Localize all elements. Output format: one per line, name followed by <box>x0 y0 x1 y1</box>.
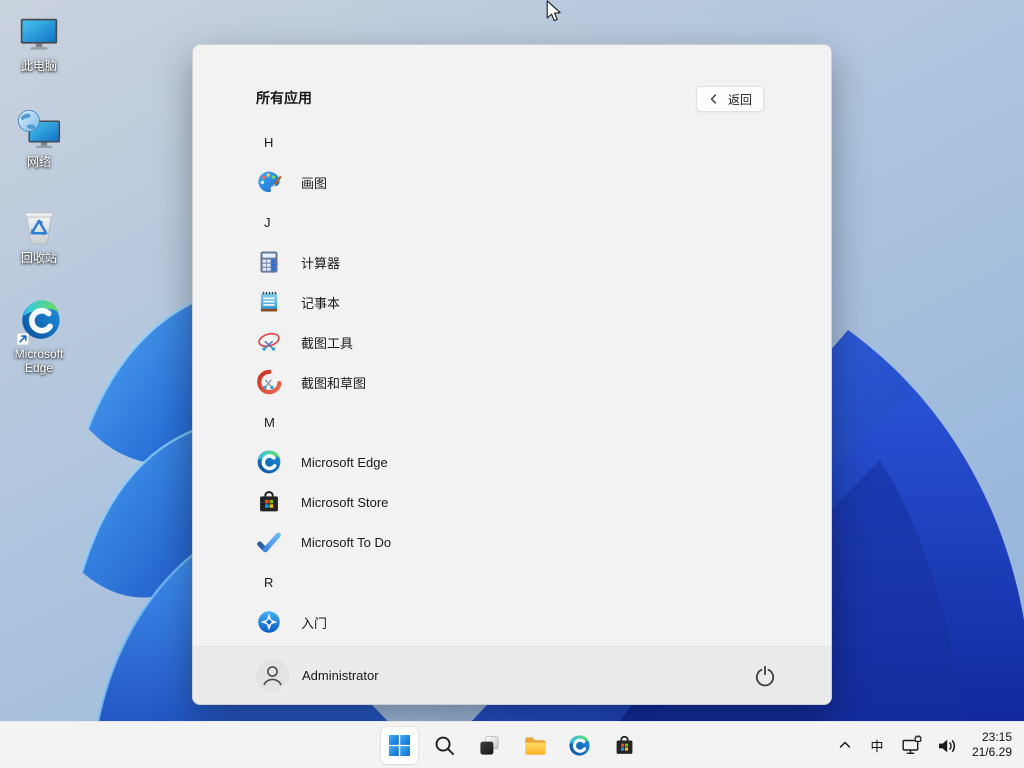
desktop-icon-label: 此电脑 <box>20 59 57 73</box>
windows-logo-icon <box>388 734 411 756</box>
this-pc-icon <box>20 18 58 50</box>
start-menu-footer: Administrator <box>193 646 831 704</box>
store-icon <box>616 735 633 754</box>
app-item-notepad[interactable]: 记事本 <box>193 282 831 322</box>
tray-volume-button[interactable] <box>931 728 962 762</box>
app-item-label: 入门 <box>301 615 328 631</box>
chevron-left-icon <box>710 94 717 104</box>
clock-date: 21/6.29 <box>971 745 1012 759</box>
tray-network-button[interactable] <box>896 728 928 762</box>
file-explorer-icon <box>525 736 546 755</box>
app-item-label: 计算器 <box>301 255 341 271</box>
section-letter-m[interactable]: M <box>193 402 831 442</box>
task-view-icon <box>480 735 499 755</box>
store-icon <box>260 491 278 512</box>
taskbar: 中 23:15 21/6.29 <box>0 721 1024 768</box>
app-item-label: Microsoft Store <box>301 494 389 510</box>
section-label: R <box>264 574 274 590</box>
desktop-icon-label: 网络 <box>26 155 51 169</box>
recycle-bin-icon <box>24 212 54 245</box>
edge-shortcut-icon <box>16 300 60 346</box>
start-menu-all-apps-panel: 所有应用 返回 H 画图 J 计算器 记事本 截图工具 截图和草图 M Micr… <box>192 44 832 705</box>
volume-icon <box>938 739 955 752</box>
search-icon <box>435 736 455 755</box>
user-icon <box>263 666 282 686</box>
section-label: J <box>264 214 271 230</box>
app-item-microsoft-edge[interactable]: Microsoft Edge <box>193 442 831 482</box>
taskbar-task-view-button[interactable] <box>471 727 508 764</box>
power-icon <box>755 665 775 686</box>
calculator-icon <box>260 251 278 273</box>
app-item-get-started[interactable]: 入门 <box>193 602 831 642</box>
app-item-microsoft-store[interactable]: Microsoft Store <box>193 482 831 522</box>
power-button[interactable] <box>745 657 785 694</box>
section-letter-r[interactable]: R <box>193 562 831 602</box>
app-item-snipping-tool[interactable]: 截图工具 <box>193 322 831 362</box>
desktop-icon-recycle-bin[interactable]: 回收站 <box>2 204 76 300</box>
tray-clock[interactable]: 23:15 21/6.29 <box>965 730 1012 760</box>
app-item-label: 截图工具 <box>301 335 354 351</box>
app-item-label: Microsoft To Do <box>301 534 392 550</box>
app-item-paint[interactable]: 画图 <box>193 162 831 202</box>
section-letter-j[interactable]: J <box>193 202 831 242</box>
snip-sketch-icon <box>257 369 282 395</box>
clock-time: 23:15 <box>981 730 1012 744</box>
section-label: H <box>264 134 274 150</box>
taskbar-file-explorer-button[interactable] <box>516 727 553 764</box>
paint-icon <box>258 171 282 193</box>
avatar <box>256 659 289 692</box>
back-button[interactable]: 返回 <box>695 86 764 112</box>
section-label: M <box>264 414 275 430</box>
tray-chevron-button[interactable] <box>832 728 858 762</box>
taskbar-edge-button[interactable] <box>561 727 598 764</box>
tray-ime-button[interactable]: 中 <box>861 728 893 762</box>
edge-icon <box>257 450 281 474</box>
desktop-icon-this-pc[interactable]: 此电脑 <box>2 12 76 108</box>
desktop-icon-label: 回收站 <box>20 251 57 265</box>
app-item-label: 画图 <box>301 175 328 191</box>
desktop-icon-microsoft-edge[interactable]: Microsoft Edge <box>2 300 76 396</box>
taskbar-start-button[interactable] <box>381 726 418 764</box>
todo-icon <box>257 532 281 553</box>
app-item-label: 截图和草图 <box>301 375 367 391</box>
all-apps-title: 所有应用 <box>256 90 312 106</box>
all-apps-list: H 画图 J 计算器 记事本 截图工具 截图和草图 M Microsoft Ed… <box>193 122 831 642</box>
chevron-up-icon <box>839 741 851 748</box>
app-item-snip-and-sketch[interactable]: 截图和草图 <box>193 362 831 402</box>
system-tray: 中 23:15 21/6.29 <box>832 722 1024 768</box>
network-icon <box>18 110 61 149</box>
desktop-icon-column: 此电脑 网络 回收站 Microsoft Edge <box>2 12 76 396</box>
user-name: Administrator <box>302 668 379 683</box>
section-letter-h[interactable]: H <box>193 122 831 162</box>
taskbar-store-button[interactable] <box>606 727 643 764</box>
desktop-icon-label: Microsoft Edge <box>14 347 64 375</box>
get-started-icon <box>258 611 280 633</box>
back-button-label: 返回 <box>727 92 752 107</box>
snipping-tool-icon <box>258 332 280 351</box>
app-item-microsoft-to-do[interactable]: Microsoft To Do <box>193 522 831 562</box>
app-item-calculator[interactable]: 计算器 <box>193 242 831 282</box>
app-item-label: Microsoft Edge <box>301 454 388 470</box>
taskbar-search-button[interactable] <box>426 727 463 764</box>
notepad-icon <box>260 291 278 312</box>
user-account-button[interactable]: Administrator <box>256 659 379 692</box>
network-ethernet-icon <box>902 734 922 754</box>
edge-icon <box>569 734 590 756</box>
desktop-icon-network[interactable]: 网络 <box>2 108 76 204</box>
app-item-label: 记事本 <box>301 295 341 311</box>
